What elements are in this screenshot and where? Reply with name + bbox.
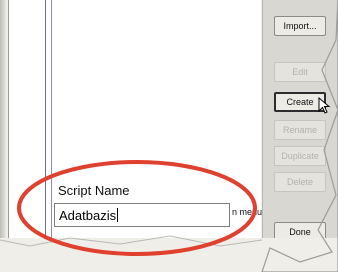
list-divider xyxy=(45,0,46,238)
mouse-cursor-icon xyxy=(318,97,331,114)
script-name-input[interactable]: Adatbazis xyxy=(54,203,230,227)
delete-button[interactable]: Delete xyxy=(274,172,326,192)
script-manager-window: Import... Edit Create Rename Duplicate D… xyxy=(0,0,338,272)
edit-button[interactable]: Edit xyxy=(274,62,326,82)
text-caret xyxy=(117,208,119,222)
rename-button[interactable]: Rename xyxy=(274,120,326,140)
menu-option-text: n menu xyxy=(232,207,263,217)
script-name-value: Adatbazis xyxy=(59,207,117,223)
window-edge xyxy=(0,0,6,272)
import-button[interactable]: Import... xyxy=(274,16,326,36)
script-name-label: Script Name xyxy=(58,183,130,198)
list-divider xyxy=(51,0,52,238)
duplicate-button[interactable]: Duplicate xyxy=(274,146,326,166)
bottom-area xyxy=(0,238,338,272)
